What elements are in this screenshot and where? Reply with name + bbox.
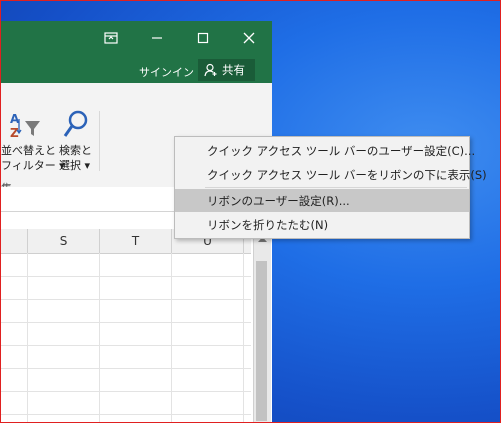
find-select-label-1: 検索と bbox=[59, 144, 92, 157]
signin-link[interactable]: サインイン bbox=[139, 64, 194, 80]
close-icon bbox=[243, 32, 255, 44]
ribbon-display-icon bbox=[104, 32, 118, 44]
ribbon-display-options-button[interactable] bbox=[97, 27, 125, 49]
column-header-t[interactable]: T bbox=[100, 229, 172, 253]
column-header-partial[interactable] bbox=[1, 229, 28, 253]
menu-separator bbox=[205, 187, 467, 188]
close-button[interactable] bbox=[235, 27, 263, 49]
menu-item-label: クイック アクセス ツール バーのユーザー設定(C)... bbox=[207, 143, 476, 158]
column-header-s[interactable]: S bbox=[28, 229, 100, 253]
grid-line bbox=[243, 253, 244, 422]
grid-line bbox=[1, 299, 251, 300]
share-button[interactable]: 共有 bbox=[198, 59, 255, 81]
grid-line bbox=[27, 253, 28, 422]
grid-line bbox=[1, 391, 251, 392]
find-select-button[interactable]: 検索と 選択 ▾ bbox=[59, 143, 92, 173]
menu-item-collapse-ribbon[interactable]: リボンを折りたたむ(N) bbox=[175, 213, 469, 236]
context-menu: クイック アクセス ツール バーのユーザー設定(C)... クイック アクセス … bbox=[174, 136, 487, 239]
share-label: 共有 bbox=[222, 63, 245, 77]
menu-item-label: リボンを折りたたむ(N) bbox=[207, 217, 329, 232]
worksheet-grid[interactable] bbox=[1, 229, 251, 422]
menu-item-label: リボンのユーザー設定(R)... bbox=[207, 193, 350, 208]
person-add-icon bbox=[204, 63, 217, 77]
menu-item-customize-ribbon[interactable]: リボンのユーザー設定(R)... bbox=[175, 189, 469, 212]
menu-item-show-qat-below[interactable]: クイック アクセス ツール バーをリボンの下に表示(S) bbox=[175, 163, 487, 186]
grid-line bbox=[1, 368, 251, 369]
svg-text:Z: Z bbox=[10, 126, 19, 139]
grid-line bbox=[99, 253, 100, 422]
sort-filter-label-1: 並べ替えと bbox=[1, 144, 56, 157]
screen-frame: サインイン 共有 A Z 並べ替えと フィルター ▾ 検索と 選択 ▾ S T … bbox=[0, 0, 501, 423]
find-select-label-2: 選択 ▾ bbox=[59, 159, 91, 172]
sort-filter-label-2: フィルター ▾ bbox=[1, 159, 65, 172]
grid-line bbox=[1, 276, 251, 277]
minimize-button[interactable] bbox=[143, 27, 171, 49]
maximize-icon bbox=[197, 32, 209, 44]
grid-line bbox=[171, 253, 172, 422]
title-bar: サインイン 共有 bbox=[1, 21, 272, 83]
vertical-scrollbar[interactable] bbox=[253, 229, 271, 422]
menu-item-customize-qat[interactable]: クイック アクセス ツール バーのユーザー設定(C)... bbox=[175, 139, 475, 162]
grid-line bbox=[1, 345, 251, 346]
minimize-icon bbox=[152, 37, 162, 39]
grid-line bbox=[1, 414, 251, 415]
scrollbar-thumb[interactable] bbox=[256, 261, 267, 421]
sort-filter-button[interactable]: 並べ替えと フィルター ▾ bbox=[1, 143, 65, 173]
grid-line bbox=[1, 322, 251, 323]
ribbon-divider bbox=[99, 111, 100, 171]
magnifier-icon bbox=[63, 109, 89, 142]
maximize-button[interactable] bbox=[189, 27, 217, 49]
sort-filter-icon: A Z bbox=[9, 111, 43, 142]
menu-item-label: クイック アクセス ツール バーをリボンの下に表示(S) bbox=[207, 167, 487, 182]
